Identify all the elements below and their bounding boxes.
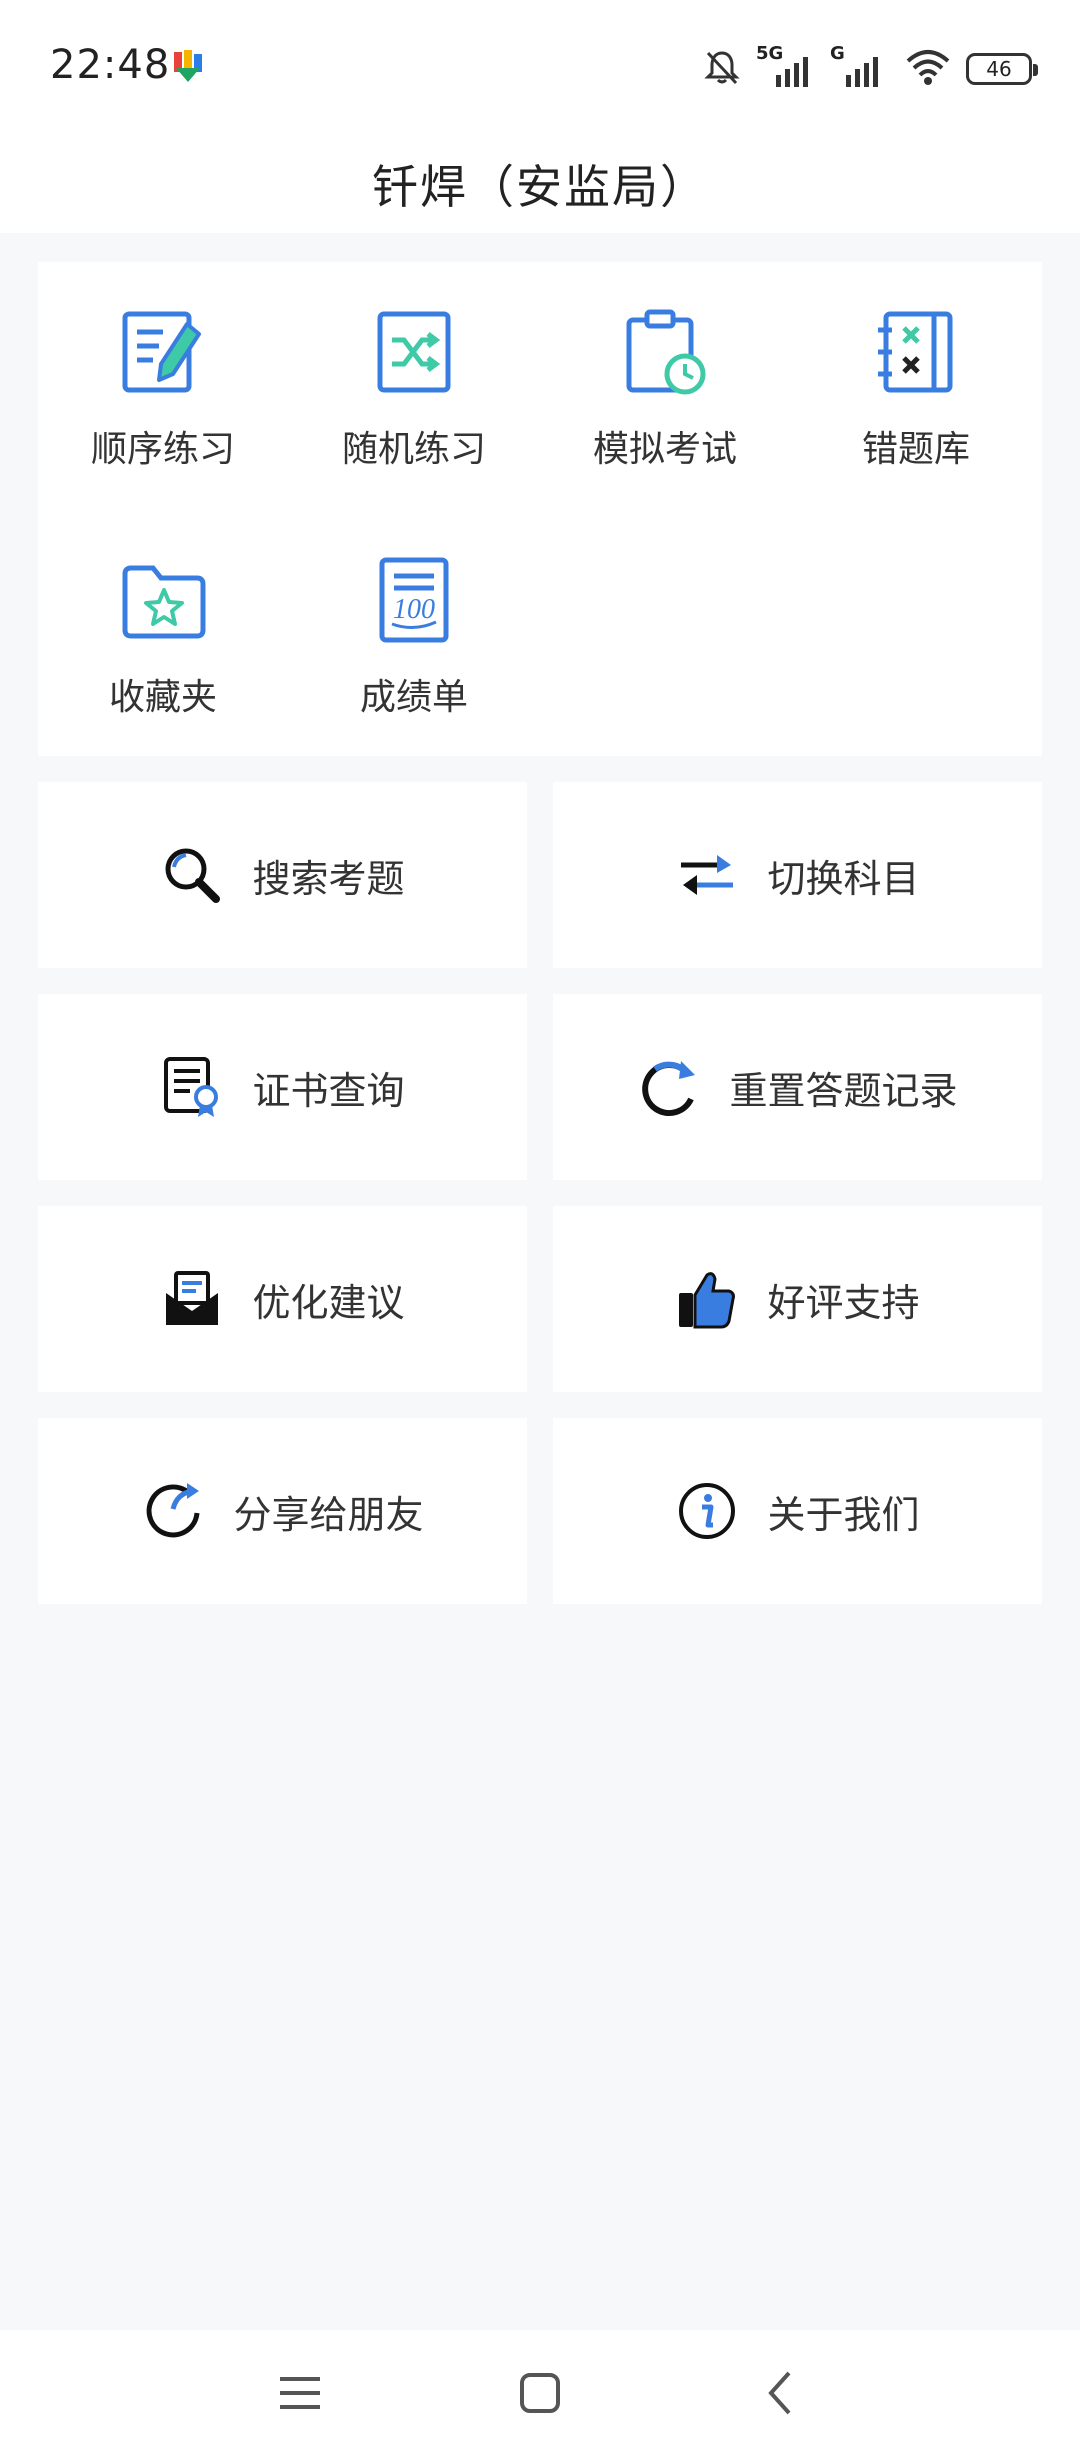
thumbs-up-icon xyxy=(675,1267,739,1331)
grid-item-label: 顺序练习 xyxy=(90,429,235,470)
action-label: 重置答题记录 xyxy=(729,1068,958,1113)
rate-app-button[interactable]: 好评支持 xyxy=(553,1206,1042,1392)
switch-arrows-icon xyxy=(675,843,739,907)
wifi-icon xyxy=(904,47,952,91)
status-time: 22:48 xyxy=(50,42,171,88)
download-app-icon xyxy=(172,50,204,88)
menu-nav-button[interactable] xyxy=(265,2360,335,2430)
action-label: 关于我们 xyxy=(767,1492,920,1537)
action-label: 分享给朋友 xyxy=(233,1492,424,1537)
feature-grid: 顺序练习 随机练习 模拟考试 错题库 收藏夹 100 成绩单 xyxy=(38,262,1042,756)
grid-item-label: 模拟考试 xyxy=(592,429,737,470)
reset-records-button[interactable]: 重置答题记录 xyxy=(553,994,1042,1180)
signal-g-icon: G xyxy=(830,43,890,91)
grid-item-random-practice[interactable]: 随机练习 xyxy=(289,262,539,482)
signal-5g-icon: 5G xyxy=(756,43,816,91)
grid-item-favorites[interactable]: 收藏夹 xyxy=(38,510,288,730)
grid-item-wrong-questions[interactable]: 错题库 xyxy=(791,262,1041,482)
wrong-notebook-icon xyxy=(866,302,966,402)
certificate-query-button[interactable]: 证书查询 xyxy=(38,994,527,1180)
about-us-button[interactable]: 关于我们 xyxy=(553,1418,1042,1604)
app-header: 钎焊（安监局） xyxy=(0,135,1080,233)
home-square-icon xyxy=(518,2371,562,2419)
page-title: 钎焊（安监局） xyxy=(372,160,708,214)
clipboard-clock-icon xyxy=(615,302,715,402)
back-nav-button[interactable] xyxy=(745,2360,815,2430)
folder-star-icon xyxy=(113,550,213,650)
grid-item-score-sheet[interactable]: 100 成绩单 xyxy=(289,510,539,730)
share-icon xyxy=(141,1479,205,1543)
home-nav-button[interactable] xyxy=(505,2360,575,2430)
switch-subject-button[interactable]: 切换科目 xyxy=(553,782,1042,968)
system-nav-bar xyxy=(0,2330,1080,2460)
chevron-left-icon xyxy=(763,2369,797,2421)
action-label: 证书查询 xyxy=(252,1068,405,1113)
shuffle-icon xyxy=(364,302,464,402)
svg-text:100: 100 xyxy=(393,594,435,625)
info-icon xyxy=(675,1479,739,1543)
feedback-button[interactable]: 优化建议 xyxy=(38,1206,527,1392)
grid-item-label: 随机练习 xyxy=(341,429,486,470)
action-label: 切换科目 xyxy=(767,856,920,901)
mail-open-icon xyxy=(160,1267,224,1331)
grid-item-mock-exam[interactable]: 模拟考试 xyxy=(540,262,790,482)
status-icons: 5G G 46 xyxy=(702,43,1038,94)
battery-indicator: 46 xyxy=(966,53,1038,85)
certificate-icon xyxy=(160,1055,224,1119)
search-questions-button[interactable]: 搜索考题 xyxy=(38,782,527,968)
search-icon xyxy=(160,843,224,907)
bell-muted-icon xyxy=(702,47,742,91)
edit-note-icon xyxy=(113,302,213,402)
action-label: 搜索考题 xyxy=(252,856,405,901)
menu-icon xyxy=(278,2373,322,2417)
action-label: 优化建议 xyxy=(252,1280,405,1325)
battery-level: 46 xyxy=(986,57,1012,81)
share-button[interactable]: 分享给朋友 xyxy=(38,1418,527,1604)
action-label: 好评支持 xyxy=(767,1280,920,1325)
reset-icon xyxy=(637,1055,701,1119)
grid-item-label: 错题库 xyxy=(861,429,970,470)
status-bar: 22:48 5G G 46 xyxy=(0,0,1080,135)
grid-item-label: 收藏夹 xyxy=(108,677,217,718)
score-sheet-icon: 100 xyxy=(364,550,464,650)
grid-item-sequential-practice[interactable]: 顺序练习 xyxy=(38,262,288,482)
grid-item-label: 成绩单 xyxy=(359,677,468,718)
